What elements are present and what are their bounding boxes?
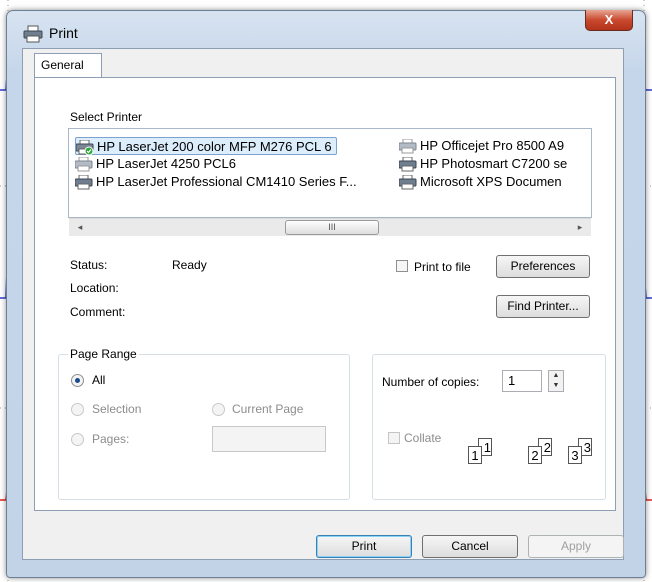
printer-icon [398,174,417,190]
copies-spinner[interactable]: ▲ ▼ [548,370,564,392]
collate-label[interactable]: Collate [404,431,441,445]
page-icon: 1 [468,446,482,464]
close-button[interactable]: X [585,10,633,31]
selection-radio[interactable] [71,403,84,416]
scroll-thumb[interactable]: III [285,220,379,235]
apply-button[interactable]: Apply [528,535,624,558]
pages-label[interactable]: Pages: [92,432,129,446]
printer-icon [398,156,417,172]
default-printer-icon [75,139,94,156]
printer-icon [74,156,93,172]
page-range-label: Page Range [68,347,139,361]
print-to-file-label[interactable]: Print to file [414,260,471,274]
printer-icon [398,138,417,154]
scroll-right-arrow-icon[interactable]: ▸ [573,221,587,234]
printer-name: HP LaserJet 200 color MFP M276 PCL 6 [97,139,332,154]
printer-name: HP LaserJet 4250 PCL6 [96,156,236,171]
current-page-radio[interactable] [212,403,225,416]
print-to-file-checkbox[interactable] [396,260,408,272]
spin-up-icon[interactable]: ▲ [549,371,563,381]
printer-icon [23,25,43,43]
collate-checkbox[interactable] [388,432,400,444]
number-of-copies-label: Number of copies: [382,375,480,389]
selection-label[interactable]: Selection [92,402,141,416]
printer-name: Microsoft XPS Documen [420,174,562,189]
select-printer-label: Select Printer [70,110,143,124]
location-label: Location: [70,281,119,295]
all-radio[interactable] [71,374,84,387]
printer-item[interactable]: HP Photosmart C7200 se [398,155,568,173]
printer-item[interactable]: HP LaserJet 4250 PCL6 [74,155,236,173]
preferences-button[interactable]: Preferences [496,255,590,278]
pages-radio[interactable] [71,433,84,446]
printer-name: HP Photosmart C7200 se [420,156,568,171]
page-icon: 2 [528,446,542,464]
tab-general[interactable]: General [34,53,102,77]
comment-label: Comment: [70,305,126,319]
find-printer-button[interactable]: Find Printer... [496,295,590,318]
printer-name: HP Officejet Pro 8500 A9 [420,138,565,153]
scroll-left-arrow-icon[interactable]: ◂ [73,221,87,234]
page-icon: 3 [568,446,582,464]
current-page-label[interactable]: Current Page [232,402,303,416]
cancel-button[interactable]: Cancel [422,535,518,558]
status-label: Status: [70,258,108,272]
horizontal-scrollbar[interactable]: ◂ III ▸ [69,218,591,236]
print-button[interactable]: Print [316,535,412,558]
printer-name: HP LaserJet Professional CM1410 Series F… [96,174,357,189]
status-value: Ready [172,258,207,272]
printer-item[interactable]: HP LaserJet Professional CM1410 Series F… [74,173,357,191]
printer-list[interactable]: HP LaserJet 200 color MFP M276 PCL 6 HP … [68,128,592,218]
printer-item[interactable]: HP Officejet Pro 8500 A9 [398,137,565,155]
printer-item[interactable]: HP LaserJet 200 color MFP M276 PCL 6 [75,137,337,156]
printer-item[interactable]: Microsoft XPS Documen [398,173,562,191]
spin-down-icon[interactable]: ▼ [549,381,563,391]
printer-icon [74,174,93,190]
window-title: Print [49,25,78,41]
copies-input[interactable]: 1 [502,370,542,392]
all-label[interactable]: All [92,373,105,387]
pages-input[interactable] [212,426,326,452]
